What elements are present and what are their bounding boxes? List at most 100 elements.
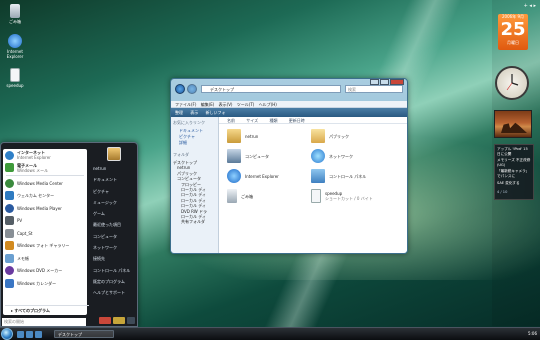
address-bar[interactable]: デスクトップ (201, 85, 341, 93)
show-desktop-icon[interactable] (17, 331, 24, 338)
views-button[interactable]: 表示 (190, 110, 198, 115)
file-item[interactable]: Internet Explorer (227, 167, 307, 185)
internet-explorer-icon[interactable] (35, 331, 42, 338)
forward-button[interactable] (187, 84, 197, 94)
feed-pager[interactable]: 4 / 10 (497, 190, 507, 195)
command-bar: 整理 表示 新しいフォ (171, 108, 407, 117)
file-item[interactable]: speedup ショートカット / 0 バイト (311, 187, 391, 205)
menu-edit[interactable]: 編集(E) (201, 102, 215, 107)
back-button[interactable] (175, 84, 185, 94)
feed-item[interactable]: 「最新鋭キャメラ」でパンスに (497, 169, 531, 178)
quick-launch (17, 331, 44, 338)
minimize-button[interactable] (370, 79, 379, 85)
organize-button[interactable]: 整理 (175, 110, 183, 115)
computer-icon (227, 149, 241, 163)
start-item-notepad[interactable]: メモ帳 (3, 252, 87, 265)
column-size[interactable]: サイズ (246, 118, 258, 123)
taskbar-button-desktop[interactable]: デスクトップ (54, 330, 114, 338)
menu-file[interactable]: ファイル(F) (175, 102, 196, 107)
place-default-programs[interactable]: 既定のプログラム (89, 276, 137, 287)
shortcut-icon (311, 189, 321, 203)
tree-item[interactable]: 共有フォルダ (173, 219, 216, 224)
media-player-icon (5, 203, 14, 213)
user-avatar[interactable] (107, 147, 121, 161)
feed-item[interactable]: メモリーズ 不正改修 (UG) (497, 158, 531, 167)
explorer-titlebar: デスクトップ 検索 (171, 79, 407, 101)
place-pictures[interactable]: ピクチャ (89, 186, 137, 197)
maximize-button[interactable] (380, 79, 389, 85)
calendar-weekday: 月曜日 (507, 40, 519, 45)
place-documents[interactable]: ドキュメント (89, 174, 137, 185)
folder-icon (311, 129, 325, 143)
control-panel-icon (311, 169, 325, 183)
menu-help[interactable]: ヘルプ(H) (259, 102, 277, 107)
place-help[interactable]: ヘルプとサポート (89, 287, 137, 298)
start-item-capt[interactable]: Capt_St (3, 227, 87, 240)
nav-link-more[interactable]: 詳細 (173, 140, 216, 146)
place-user[interactable]: netrun (89, 163, 137, 174)
place-games[interactable]: ゲーム (89, 208, 137, 219)
place-network[interactable]: ネットワーク (89, 242, 137, 253)
file-item[interactable]: コンピュータ (227, 147, 307, 165)
start-button[interactable] (1, 328, 13, 340)
place-computer[interactable]: コンピュータ (89, 231, 137, 242)
notepad-icon (5, 253, 14, 263)
start-item-dvd-maker[interactable]: Windows DVD メーカー (3, 265, 87, 278)
file-item[interactable]: ごみ箱 (227, 187, 307, 205)
feed-headlines-gadget[interactable]: アップル 'iPod' 15日に公開 メモリーズ 不正改修 (UG) 「最新鋭キ… (494, 144, 534, 200)
start-item-email[interactable]: 電子メール Windows メール (3, 162, 87, 175)
system-tray-clock[interactable]: 5:06 (528, 330, 537, 338)
file-item[interactable]: netrun (227, 127, 307, 145)
file-item[interactable]: コントロール パネル (311, 167, 391, 185)
internet-explorer-icon (5, 150, 14, 160)
search-input[interactable]: 検索 (345, 85, 403, 93)
desktop-icon-internet-explorer[interactable]: Internet Explorer (0, 34, 30, 59)
menu-tools[interactable]: ツール(T) (237, 102, 255, 107)
welcome-center-icon (5, 191, 14, 201)
new-folder-button[interactable]: 新しいフォ (206, 110, 226, 115)
start-item-internet[interactable]: インターネット Internet Explorer (3, 149, 87, 162)
feed-item[interactable]: アップル 'iPod' 15日に公開 (497, 147, 531, 156)
place-connect[interactable]: 接続先 (89, 253, 137, 264)
lock-button[interactable] (113, 317, 125, 324)
column-type[interactable]: 種類 (269, 118, 277, 123)
window-controls (369, 79, 404, 85)
feed-item[interactable]: SAE 変化する (497, 181, 531, 186)
start-item-media-center[interactable]: Windows Media Center (3, 177, 87, 190)
user-folder-icon (227, 129, 241, 143)
power-button[interactable] (99, 317, 111, 324)
column-headers: 名前 サイズ 種類 更新日時 (219, 117, 407, 124)
folder-tree: デスクトップ netrun パブリック コンピュータ フロッピー ローカル ディ… (173, 160, 216, 225)
place-control-panel[interactable]: コントロール パネル (89, 265, 137, 276)
switch-windows-icon[interactable] (26, 331, 33, 338)
start-item-pv[interactable]: PV (3, 215, 87, 228)
column-name[interactable]: 名前 (227, 118, 235, 123)
start-item-media-player[interactable]: Windows Media Player (3, 202, 87, 215)
clock-gadget[interactable] (495, 66, 529, 100)
start-item-calendar[interactable]: Windows カレンダー (3, 277, 87, 290)
sidebar-controls[interactable]: + ◂ ▸ (524, 3, 536, 9)
start-item-photo-gallery[interactable]: Windows フォト ギャラリー (3, 240, 87, 253)
desktop-icon-speedup[interactable]: speedup (0, 68, 30, 88)
close-button[interactable] (390, 79, 404, 85)
menu-view[interactable]: 表示(V) (219, 102, 233, 107)
desktop-icon-recycle-bin[interactable]: ごみ箱 (0, 4, 30, 24)
slideshow-gadget[interactable] (494, 110, 532, 138)
start-item-welcome-center[interactable]: ウェルカム センター (3, 190, 87, 203)
file-item[interactable]: ネットワーク (311, 147, 391, 165)
explorer-window[interactable]: デスクトップ 検索 ファイル(F) 編集(E) 表示(V) ツール(T) ヘルプ… (170, 78, 408, 254)
internet-explorer-icon (8, 34, 22, 48)
calendar-day: 25 (500, 19, 526, 40)
menu-bar: ファイル(F) 編集(E) 表示(V) ツール(T) ヘルプ(H) (171, 101, 407, 108)
file-item[interactable]: パブリック (311, 127, 391, 145)
place-music[interactable]: ミュージック (89, 197, 137, 208)
start-search-input[interactable]: 検索の開始 (2, 318, 86, 326)
dvd-maker-icon (5, 266, 14, 276)
all-programs-button[interactable]: ▸ すべてのプログラム (5, 305, 89, 315)
shutdown-options-button[interactable] (127, 317, 135, 324)
calendar-gadget[interactable]: 2006年 9月 25 月曜日 (498, 14, 528, 50)
folders-header[interactable]: フォルダ (173, 152, 216, 158)
place-recent[interactable]: 最近使った項目 (89, 219, 137, 230)
column-modified[interactable]: 更新日時 (289, 118, 305, 123)
start-menu-places: netrun ドキュメント ピクチャ ミュージック ゲーム 最近使った項目 コン… (89, 147, 137, 299)
